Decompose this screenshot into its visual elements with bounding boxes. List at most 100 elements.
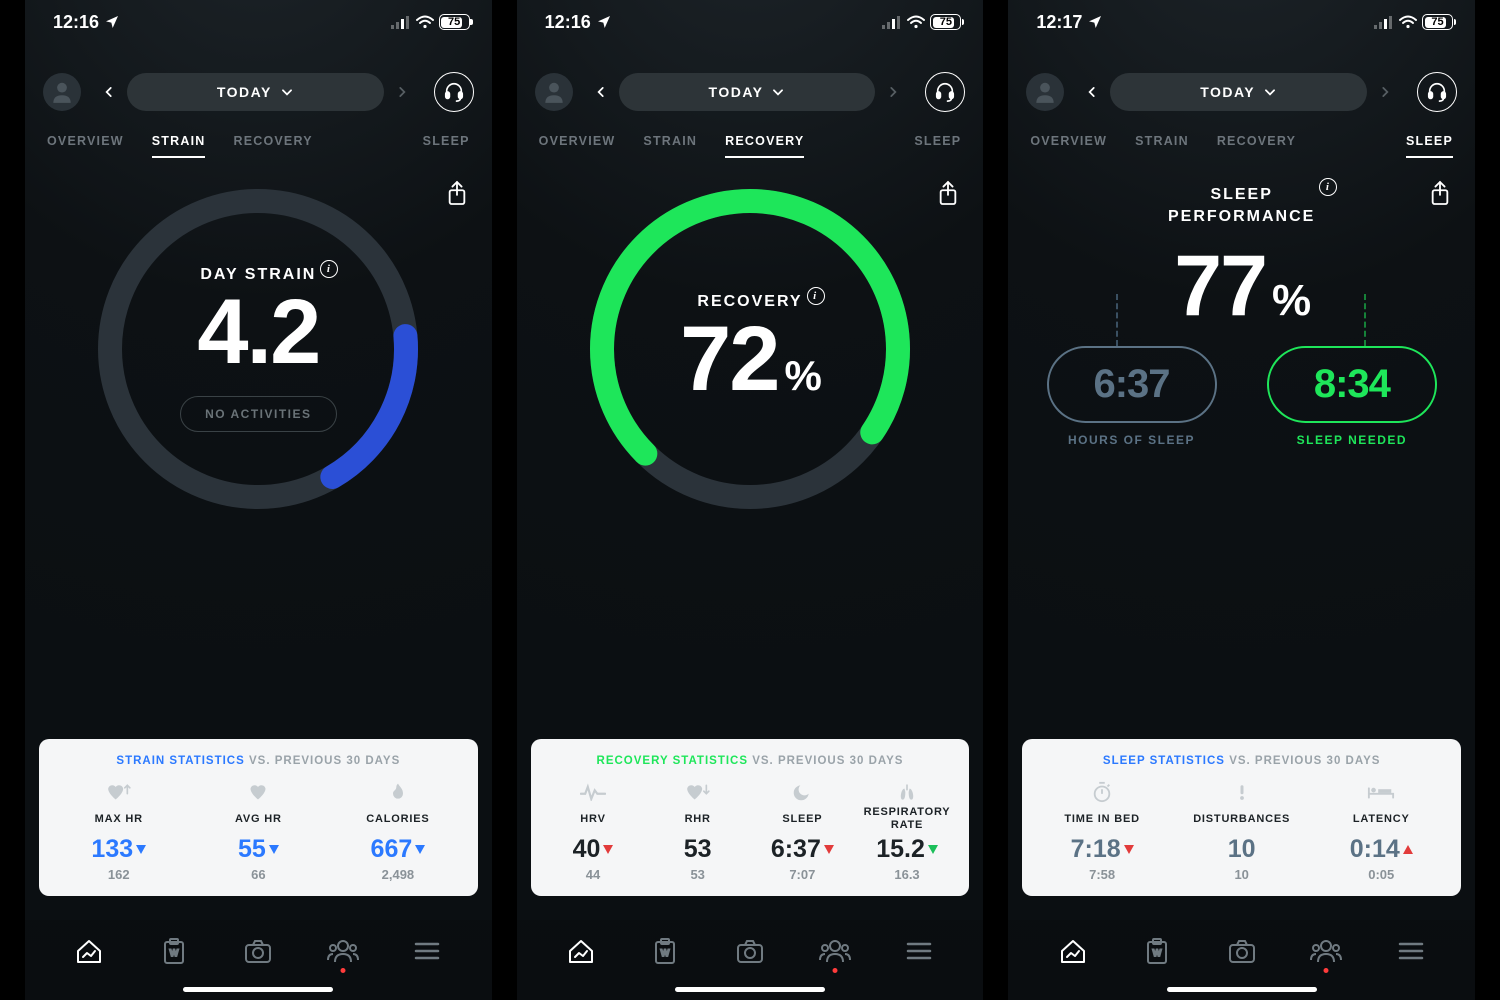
profile-avatar[interactable]	[1026, 73, 1064, 111]
tab-home[interactable]	[561, 931, 601, 971]
statistics-card[interactable]: RECOVERY STATISTICS VS. PREVIOUS 30 DAYS…	[531, 739, 970, 896]
stat-label: TIME IN BED	[1064, 806, 1139, 832]
stat-value: 40	[573, 835, 614, 864]
share-button[interactable]	[446, 180, 468, 211]
tab-recovery[interactable]: RECOVERY	[1217, 134, 1296, 158]
date-selector[interactable]: TODAY	[619, 73, 876, 111]
stat-time-in-bed[interactable]: TIME IN BED 7:18 7:58	[1032, 781, 1172, 882]
info-icon[interactable]: i	[807, 287, 825, 305]
heart-down-icon	[683, 781, 713, 803]
stat-value: 10	[1228, 835, 1256, 864]
tab-recovery[interactable]: RECOVERY	[233, 134, 312, 158]
tab-home[interactable]	[69, 931, 109, 971]
stat-max-hr[interactable]: MAX HR 133 162	[49, 781, 189, 882]
stat-previous: 0:05	[1368, 867, 1394, 882]
home-indicator[interactable]	[675, 987, 825, 992]
support-button[interactable]	[434, 72, 474, 112]
progress-ring: RECOVERYi 72%	[585, 184, 915, 514]
stat-calories[interactable]: CALORIES 667 2,498	[328, 781, 468, 882]
top-nav: TODAY	[1008, 72, 1475, 112]
profile-avatar[interactable]	[43, 73, 81, 111]
statistics-card[interactable]: STRAIN STATISTICS VS. PREVIOUS 30 DAYS M…	[39, 739, 478, 896]
section-tabs: OVERVIEW STRAIN RECOVERY SLEEP	[1008, 134, 1475, 158]
tab-overview[interactable]: OVERVIEW	[47, 134, 124, 158]
info-icon[interactable]: i	[320, 260, 338, 278]
tab-log[interactable]: W	[1137, 931, 1177, 971]
stat-avg-hr[interactable]: AVG HR 55 66	[189, 781, 329, 882]
cellular-icon	[391, 15, 411, 29]
hours-of-sleep-label: HOURS OF SLEEP	[1068, 433, 1195, 447]
prev-day-button[interactable]	[91, 74, 127, 110]
stat-label: MAX HR	[95, 806, 143, 832]
tab-community[interactable]	[1306, 931, 1346, 971]
tab-menu[interactable]	[899, 931, 939, 971]
tab-recovery[interactable]: RECOVERY	[725, 134, 804, 158]
stat-label: CALORIES	[366, 806, 429, 832]
tab-strain[interactable]: STRAIN	[152, 134, 206, 158]
date-selector[interactable]: TODAY	[1110, 73, 1367, 111]
share-button[interactable]	[937, 180, 959, 211]
tab-camera[interactable]	[238, 931, 278, 971]
stat-disturbances[interactable]: DISTURBANCES 10 10	[1172, 781, 1312, 882]
hours-of-sleep-pill[interactable]: 6:37	[1047, 346, 1217, 423]
stats-heading: RECOVERY STATISTICS VS. PREVIOUS 30 DAYS	[541, 755, 960, 767]
alert-icon	[1233, 781, 1251, 803]
tab-log[interactable]: W	[154, 931, 194, 971]
home-indicator[interactable]	[1167, 987, 1317, 992]
tab-strain[interactable]: STRAIN	[643, 134, 697, 158]
tab-sleep[interactable]: SLEEP	[423, 134, 470, 158]
battery-indicator: 75	[439, 14, 470, 30]
tab-community[interactable]	[323, 931, 363, 971]
tab-menu[interactable]	[407, 931, 447, 971]
support-button[interactable]	[925, 72, 965, 112]
stat-value: 15.2	[876, 835, 938, 864]
tab-menu[interactable]	[1391, 931, 1431, 971]
stat-sleep[interactable]: SLEEP 6:37 7:07	[750, 781, 855, 882]
ring-label: DAY STRAINi	[200, 266, 316, 284]
tab-community[interactable]	[815, 931, 855, 971]
profile-avatar[interactable]	[535, 73, 573, 111]
section-tabs: OVERVIEW STRAIN RECOVERY SLEEP	[25, 134, 492, 158]
tab-camera[interactable]	[1222, 931, 1262, 971]
stat-previous: 16.3	[894, 867, 919, 882]
svg-text:W: W	[170, 948, 179, 958]
date-selector[interactable]: TODAY	[127, 73, 384, 111]
ring-value: 72%	[680, 313, 820, 405]
stat-previous: 2,498	[382, 867, 415, 882]
stat-value: 133	[91, 835, 146, 864]
prev-day-button[interactable]	[583, 74, 619, 110]
status-time: 12:17	[1036, 12, 1103, 33]
tab-log[interactable]: W	[645, 931, 685, 971]
tab-sleep[interactable]: SLEEP	[1406, 134, 1453, 158]
stat-previous: 44	[586, 867, 600, 882]
tab-sleep[interactable]: SLEEP	[914, 134, 961, 158]
heart-up-icon	[104, 781, 134, 803]
next-day-button[interactable]	[875, 74, 911, 110]
sleep-needed-pill[interactable]: 8:34	[1267, 346, 1437, 423]
tab-home[interactable]	[1053, 931, 1093, 971]
tab-overview[interactable]: OVERVIEW	[1030, 134, 1107, 158]
stat-respiratory-rate[interactable]: RESPIRATORY RATE 15.2 16.3	[855, 781, 960, 882]
status-time: 12:16	[53, 12, 120, 33]
tab-overview[interactable]: OVERVIEW	[539, 134, 616, 158]
top-nav: TODAY	[25, 72, 492, 112]
stat-latency[interactable]: LATENCY 0:14 0:05	[1311, 781, 1451, 882]
notification-dot	[1324, 968, 1329, 973]
stat-previous: 53	[690, 867, 704, 882]
stat-hrv[interactable]: HRV 40 44	[541, 781, 646, 882]
sleep-needed-label: SLEEP NEEDED	[1297, 433, 1407, 447]
support-button[interactable]	[1417, 72, 1457, 112]
info-icon[interactable]: i	[1319, 178, 1337, 196]
no-activities-button[interactable]: NO ACTIVITIES	[180, 396, 336, 432]
tab-strain[interactable]: STRAIN	[1135, 134, 1189, 158]
status-bar: 12:16 75	[517, 0, 984, 44]
moon-icon	[792, 781, 812, 803]
stat-rhr[interactable]: RHR 53 53	[645, 781, 750, 882]
prev-day-button[interactable]	[1074, 74, 1110, 110]
home-indicator[interactable]	[183, 987, 333, 992]
statistics-card[interactable]: SLEEP STATISTICS VS. PREVIOUS 30 DAYS TI…	[1022, 739, 1461, 896]
next-day-button[interactable]	[1367, 74, 1403, 110]
stat-previous: 10	[1234, 867, 1248, 882]
next-day-button[interactable]	[384, 74, 420, 110]
tab-camera[interactable]	[730, 931, 770, 971]
